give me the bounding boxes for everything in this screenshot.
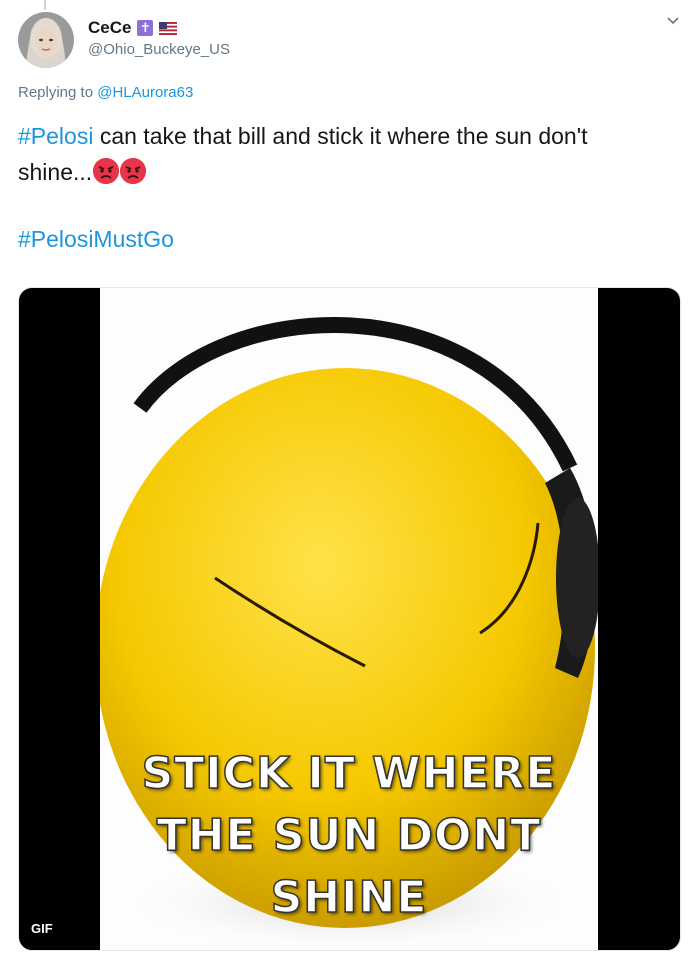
gif-frame: STICK IT WHERE THE SUN DONT SHINE [100,288,598,950]
gif-media[interactable]: STICK IT WHERE THE SUN DONT SHINE GIF [18,287,681,951]
user-handle[interactable]: @Ohio_Buckeye_US [88,41,230,58]
tweet-text: #Pelosi can take that bill and stick it … [18,118,668,190]
avatar-image [18,12,74,68]
caption-line: SHINE [270,871,428,924]
gif-caption: STICK IT WHERE THE SUN DONT SHINE [100,743,598,929]
angry-face-icon [120,158,147,184]
hashtag-link-pelosi[interactable]: #Pelosi [18,123,93,149]
avatar[interactable] [18,12,74,68]
angry-face-icon [93,158,120,184]
tweet-hashtag-line: #PelosiMustGo [18,226,174,253]
chevron-down-icon[interactable] [666,14,680,28]
gif-badge: GIF [31,921,53,936]
reply-prefix: Replying to [18,84,94,101]
user-info[interactable]: CeCe ✝ @Ohio_Buckeye_US [88,18,230,58]
hashtag-link-pelosimustgo[interactable]: #PelosiMustGo [18,226,174,252]
reply-mention-link[interactable]: @HLAurora63 [97,84,193,101]
display-name[interactable]: CeCe [88,18,131,38]
us-flag-icon [159,21,178,35]
reply-context: Replying to @HLAurora63 [18,84,193,101]
caption-line: STICK IT WHERE [141,747,557,800]
thread-connector [44,0,46,10]
caption-line: THE SUN DONT [156,809,542,862]
cross-icon: ✝ [137,20,154,36]
